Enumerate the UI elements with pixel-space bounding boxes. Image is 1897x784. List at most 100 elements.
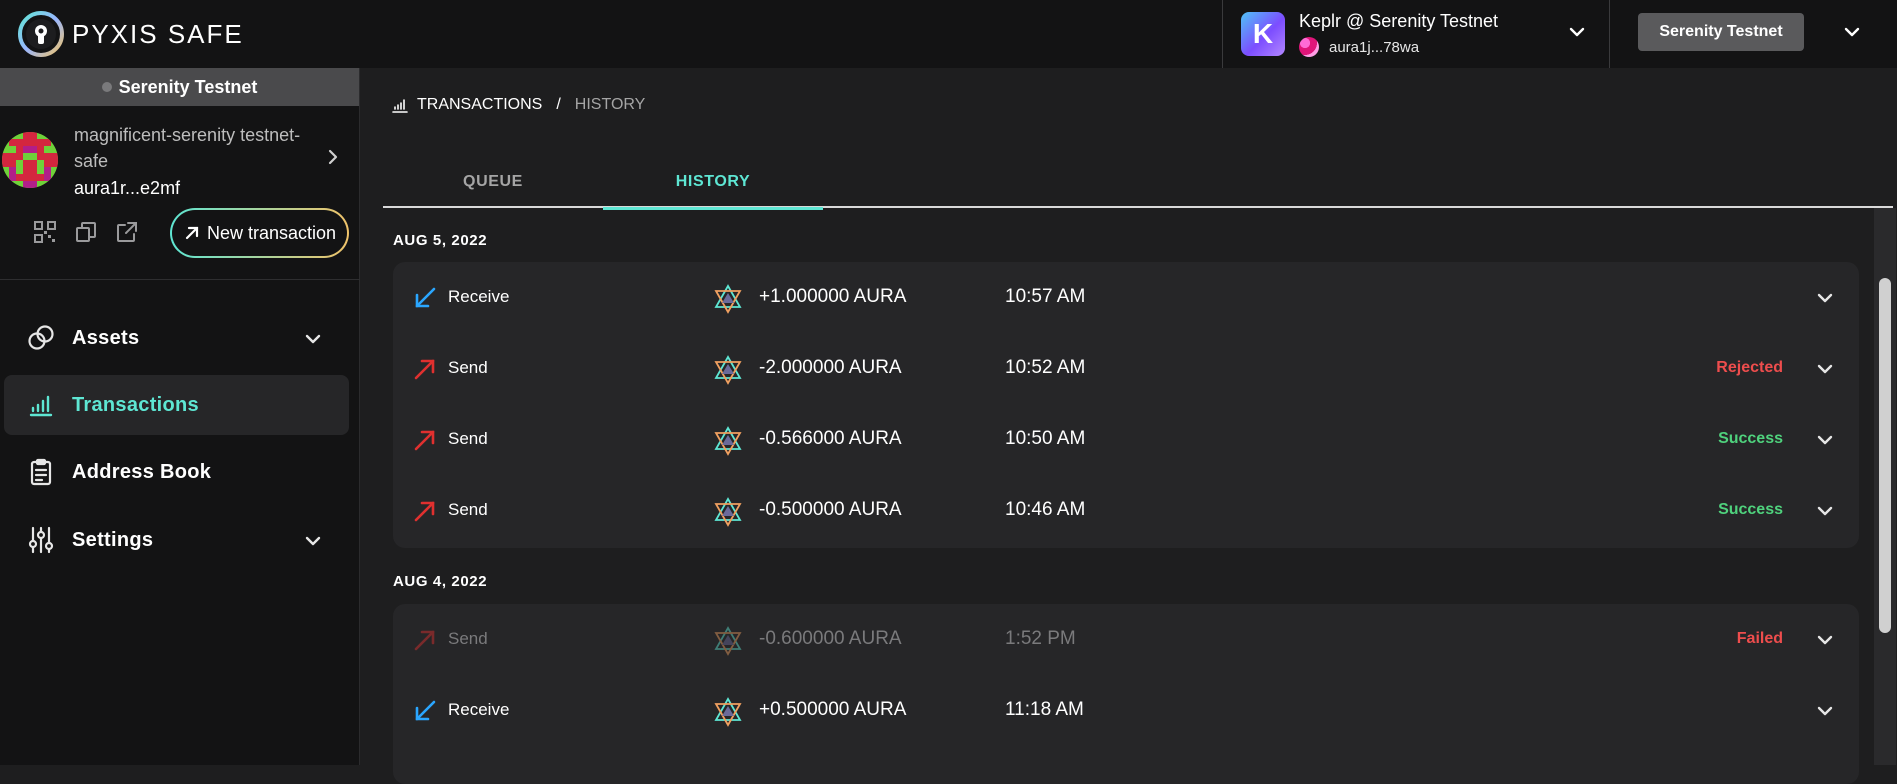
- breadcrumb-separator: /: [556, 96, 561, 113]
- main-content: TRANSACTIONS / HISTORY QUEUE HISTORY AUG…: [361, 68, 1897, 784]
- send-arrow-icon: [414, 630, 435, 651]
- aura-token-icon: [714, 497, 742, 527]
- scrollbar-thumb[interactable]: [1879, 278, 1891, 633]
- chevron-down-icon[interactable]: [303, 531, 323, 551]
- transaction-time: 10:52 AM: [1005, 357, 1086, 378]
- tab-history[interactable]: HISTORY: [603, 156, 823, 210]
- assets-icon: [28, 325, 54, 350]
- new-transaction-button[interactable]: New transaction: [170, 208, 349, 258]
- network-banner: Serenity Testnet: [0, 68, 359, 106]
- chevron-down-icon[interactable]: [1567, 22, 1587, 42]
- breadcrumb: TRANSACTIONS / HISTORY: [391, 96, 645, 114]
- settings-icon: [28, 526, 54, 554]
- arrow-up-right-icon: [185, 226, 199, 240]
- network-status-dot: [101, 82, 112, 92]
- aura-token-icon: [714, 284, 742, 314]
- app-logo[interactable]: PYXIS SAFE: [18, 11, 244, 57]
- breadcrumb-root[interactable]: TRANSACTIONS: [417, 96, 542, 114]
- sidebar: Serenity Testnet magnificent-serenity te…: [0, 68, 360, 765]
- transaction-amount: -0.600000 AURA: [759, 628, 902, 649]
- receive-arrow-icon: [415, 287, 436, 308]
- safe-actions: New transaction: [0, 208, 360, 258]
- external-link-icon[interactable]: [115, 220, 139, 244]
- transaction-time: 10:46 AM: [1005, 499, 1086, 520]
- status-badge: Rejected: [1716, 359, 1783, 376]
- status-badge: Success: [1718, 430, 1783, 447]
- transaction-type: Send: [448, 358, 488, 377]
- sidebar-item-transactions[interactable]: Transactions: [4, 375, 349, 435]
- transactions-icon: [392, 99, 408, 113]
- sidebar-item-address-book[interactable]: Address Book: [4, 442, 349, 502]
- app-title: PYXIS SAFE: [72, 18, 244, 49]
- network-banner-label: Serenity Testnet: [118, 76, 258, 97]
- send-arrow-icon: [414, 430, 435, 451]
- send-arrow-icon: [414, 359, 435, 380]
- safe-address: aura1r...e2mf: [74, 178, 181, 198]
- send-arrow-icon: [414, 501, 435, 522]
- wallet-address: aura1j...78wa: [1329, 38, 1420, 56]
- transaction-amount: +1.000000 AURA: [759, 286, 907, 307]
- transaction-time: 10:57 AM: [1005, 286, 1086, 307]
- sidebar-item-label: Address Book: [72, 460, 212, 483]
- transaction-row[interactable]: Receive +0.500000 AURA 11:18 AM: [393, 675, 1859, 746]
- chevron-down-icon[interactable]: [1815, 288, 1835, 308]
- address-book-icon: [30, 458, 52, 486]
- transaction-time: 11:18 AM: [1005, 699, 1084, 720]
- transaction-amount: +0.500000 AURA: [759, 699, 907, 720]
- copy-icon[interactable]: [74, 220, 98, 244]
- pyxis-logo-icon: [18, 11, 64, 57]
- status-badge: Success: [1718, 501, 1783, 518]
- breadcrumb-current: HISTORY: [574, 96, 646, 113]
- chevron-right-icon[interactable]: [324, 148, 342, 166]
- transaction-group: Send -0.600000 AURA 1:52 PM Failed Recei…: [393, 604, 1859, 784]
- status-badge: Failed: [1736, 630, 1783, 647]
- top-bar: PYXIS SAFE K Keplr @ Serenity Testnet au…: [0, 0, 1897, 68]
- keplr-icon: K: [1241, 12, 1285, 56]
- transaction-row[interactable]: Receive +1.000000 AURA 10:57 AM: [393, 262, 1859, 333]
- receive-arrow-icon: [415, 700, 436, 721]
- chevron-down-icon[interactable]: [303, 329, 323, 349]
- wallet-name: Keplr @ Serenity Testnet: [1299, 11, 1499, 31]
- transaction-row[interactable]: Send -0.566000 AURA 10:50 AM Success: [393, 404, 1859, 475]
- transaction-amount: -0.566000 AURA: [759, 428, 902, 449]
- wallet-selector[interactable]: K Keplr @ Serenity Testnet aura1j...78wa: [1222, 0, 1610, 68]
- date-header: AUG 4, 2022: [393, 573, 488, 590]
- sidebar-divider: [0, 279, 360, 280]
- transaction-type: Send: [448, 429, 488, 448]
- sidebar-item-assets[interactable]: Assets: [4, 308, 349, 368]
- safe-name: magnificent-serenity testnet-safe: [74, 125, 301, 171]
- transactions-icon: [29, 395, 53, 417]
- chevron-down-icon[interactable]: [1815, 630, 1835, 650]
- transaction-row[interactable]: Send -2.000000 AURA 10:52 AM Rejected: [393, 333, 1859, 404]
- transaction-row[interactable]: Send -0.600000 AURA 1:52 PM Failed: [393, 604, 1859, 675]
- chevron-down-icon[interactable]: [1842, 22, 1862, 42]
- transaction-type: Receive: [448, 700, 510, 719]
- network-button[interactable]: Serenity Testnet: [1638, 13, 1804, 51]
- transaction-type: Send: [448, 629, 488, 648]
- aura-token-icon: [714, 697, 742, 727]
- date-header: AUG 5, 2022: [393, 232, 488, 249]
- transaction-group: Receive +1.000000 AURA 10:57 AM Send -2.…: [393, 262, 1859, 548]
- transaction-row[interactable]: Send -0.500000 AURA 10:46 AM Success: [393, 475, 1859, 546]
- tab-bar: QUEUE HISTORY: [383, 156, 1893, 210]
- transaction-time: 10:50 AM: [1005, 428, 1086, 449]
- chevron-down-icon[interactable]: [1815, 501, 1835, 521]
- transaction-type: Receive: [448, 287, 510, 306]
- safe-avatar: [2, 132, 58, 188]
- transaction-type: Send: [448, 500, 488, 519]
- chevron-down-icon[interactable]: [1815, 359, 1835, 379]
- transaction-amount: -0.500000 AURA: [759, 499, 902, 520]
- sidebar-item-label: Assets: [72, 326, 140, 349]
- qr-code-icon[interactable]: [33, 220, 57, 244]
- tab-queue[interactable]: QUEUE: [383, 156, 603, 208]
- wallet-avatar: [1299, 37, 1319, 57]
- aura-token-icon: [714, 355, 742, 385]
- aura-token-icon: [714, 426, 742, 456]
- sidebar-item-label: Settings: [72, 528, 154, 551]
- chevron-down-icon[interactable]: [1815, 430, 1835, 450]
- scrollbar[interactable]: [1874, 208, 1896, 765]
- transaction-time: 1:52 PM: [1005, 628, 1076, 649]
- sidebar-item-label: Transactions: [72, 393, 199, 416]
- sidebar-item-settings[interactable]: Settings: [4, 510, 349, 570]
- chevron-down-icon[interactable]: [1815, 701, 1835, 721]
